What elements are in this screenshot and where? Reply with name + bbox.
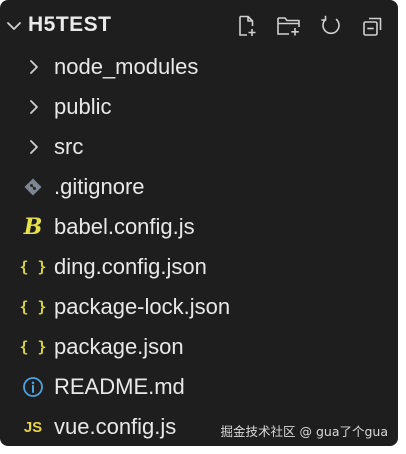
babel-icon: B bbox=[23, 214, 43, 240]
tree-item-label: public bbox=[54, 94, 112, 119]
tree-item-label: .gitignore bbox=[54, 174, 145, 199]
tree-item-label: README.md bbox=[54, 374, 185, 399]
new-file-icon bbox=[239, 15, 256, 36]
tree-item-babel-config[interactable]: B babel.config.js bbox=[0, 207, 398, 247]
file-explorer-panel: H5TEST node_modules public src .gitignor… bbox=[0, 0, 398, 446]
git-icon bbox=[21, 175, 45, 199]
file-tree: node_modules public src .gitignore B bab… bbox=[0, 47, 398, 446]
chevron-right-icon bbox=[22, 95, 46, 119]
watermark: 掘金技术社区 @ gua了个gua bbox=[220, 424, 388, 439]
collapse-all-icon bbox=[363, 17, 382, 36]
new-file-button[interactable] bbox=[234, 13, 260, 39]
workspace-title: H5TEST bbox=[28, 13, 112, 36]
tree-item-label: ding.config.json bbox=[54, 254, 207, 279]
tree-item-gitignore[interactable]: .gitignore bbox=[0, 167, 398, 207]
tree-item-readme[interactable]: README.md bbox=[0, 367, 398, 407]
tree-item-ding-config[interactable]: { } ding.config.json bbox=[0, 247, 398, 287]
chevron-down-icon[interactable] bbox=[6, 18, 22, 34]
new-folder-button[interactable] bbox=[276, 13, 302, 39]
tree-item-label: babel.config.js bbox=[54, 214, 195, 239]
refresh-icon bbox=[321, 15, 340, 35]
tree-item-package-lock[interactable]: { } package-lock.json bbox=[0, 287, 398, 327]
tree-item-label: package-lock.json bbox=[54, 294, 231, 319]
json-icon: { } bbox=[19, 258, 47, 276]
tree-item-public[interactable]: public bbox=[0, 87, 398, 127]
info-icon bbox=[21, 375, 45, 399]
tree-item-node-modules[interactable]: node_modules bbox=[0, 47, 398, 87]
chevron-right-icon bbox=[22, 55, 46, 79]
tree-item-label: vue.config.js bbox=[54, 414, 177, 439]
collapse-all-button[interactable] bbox=[360, 13, 386, 39]
tree-item-label: src bbox=[54, 134, 84, 159]
tree-item-label: package.json bbox=[54, 334, 184, 359]
tree-item-package-json[interactable]: { } package.json bbox=[0, 327, 398, 367]
json-icon: { } bbox=[19, 298, 47, 316]
js-icon: JS bbox=[23, 418, 43, 436]
json-icon: { } bbox=[19, 338, 47, 356]
refresh-button[interactable] bbox=[318, 13, 344, 39]
new-folder-icon bbox=[277, 17, 300, 36]
chevron-right-icon bbox=[22, 135, 46, 159]
explorer-toolbar bbox=[234, 13, 386, 39]
explorer-header[interactable]: H5TEST bbox=[0, 0, 398, 50]
tree-item-src[interactable]: src bbox=[0, 127, 398, 167]
tree-item-label: node_modules bbox=[54, 54, 199, 79]
